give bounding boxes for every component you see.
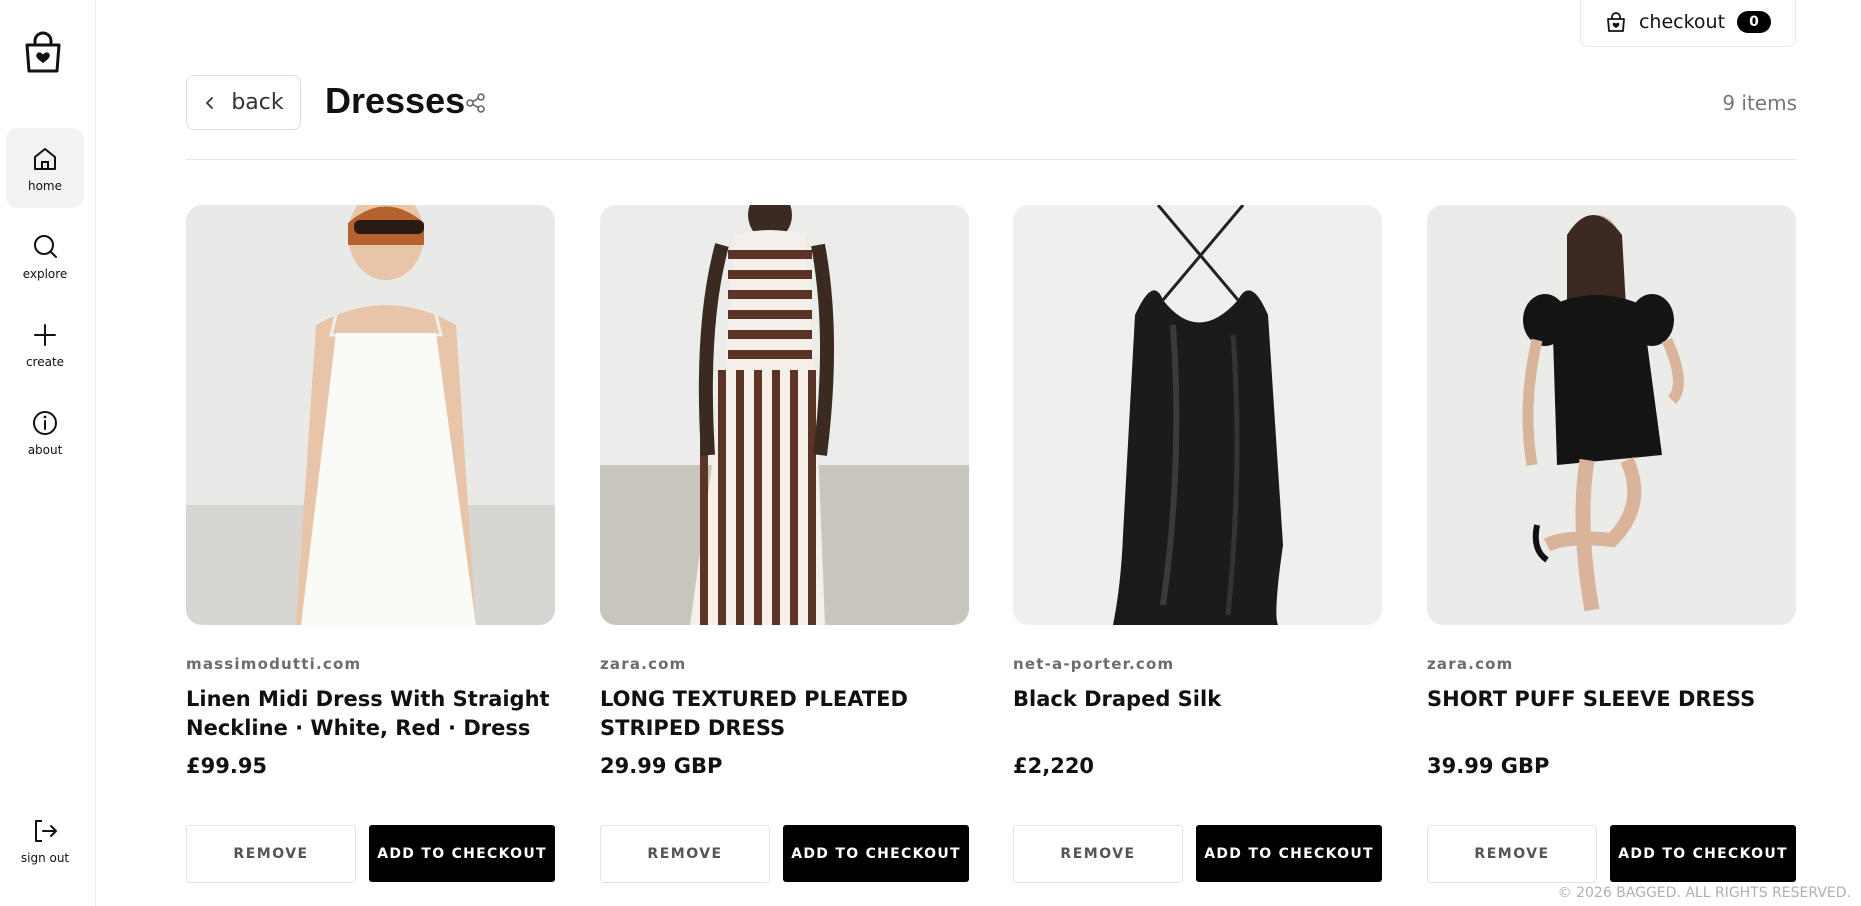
product-source: zara.com — [600, 655, 687, 673]
search-icon — [34, 234, 57, 258]
product-source: net-a-porter.com — [1013, 655, 1175, 673]
header-divider — [186, 159, 1797, 160]
sign-out-label: sign out — [20, 850, 70, 865]
sidebar-item-label: create — [25, 354, 65, 369]
checkout-button[interactable]: checkout 0 — [1580, 0, 1796, 47]
product-title[interactable]: Black Draped Silk — [1013, 685, 1382, 743]
add-to-checkout-button[interactable]: ADD TO CHECKOUT — [369, 825, 555, 882]
item-count: 9 items — [1722, 91, 1797, 115]
product-source: massimodutti.com — [186, 655, 362, 673]
remove-button[interactable]: REMOVE — [600, 825, 771, 883]
sidebar-item-label: home — [27, 178, 63, 193]
product-image[interactable] — [600, 205, 969, 625]
product-title[interactable]: Linen Midi Dress With Straight Neckline … — [186, 685, 555, 743]
back-label: back — [231, 90, 284, 115]
product-price: 29.99 GBP — [600, 754, 723, 778]
bag-logo-icon[interactable] — [22, 30, 64, 74]
product-card: massimodutti.com Linen Midi Dress With S… — [186, 205, 555, 883]
add-to-checkout-button[interactable]: ADD TO CHECKOUT — [1196, 825, 1382, 882]
add-to-checkout-button[interactable]: ADD TO CHECKOUT — [1610, 825, 1796, 882]
product-actions: REMOVE ADD TO CHECKOUT — [1013, 825, 1382, 883]
remove-button[interactable]: REMOVE — [1427, 825, 1598, 883]
share-icon[interactable] — [465, 92, 487, 114]
sidebar: home explore create about sign out — [0, 0, 96, 906]
page-title: Dresses — [325, 80, 466, 121]
sign-out-icon — [35, 819, 57, 842]
product-actions: REMOVE ADD TO CHECKOUT — [186, 825, 555, 883]
product-image[interactable] — [186, 205, 555, 625]
checkout-label: checkout — [1638, 10, 1726, 33]
checkout-count-badge: 0 — [1737, 10, 1772, 33]
product-price: £2,220 — [1013, 754, 1095, 778]
home-icon — [34, 147, 56, 170]
sidebar-item-home[interactable]: home — [6, 128, 84, 208]
product-card: net-a-porter.com Black Draped Silk £2,22… — [1013, 205, 1382, 883]
product-price: £99.95 — [186, 754, 268, 778]
sidebar-item-label: explore — [22, 266, 68, 281]
product-image[interactable] — [1013, 205, 1382, 625]
sidebar-item-explore[interactable]: explore — [6, 216, 84, 296]
product-card: zara.com SHORT PUFF SLEEVE DRESS 39.99 G… — [1427, 205, 1796, 883]
sign-out-button[interactable]: sign out — [6, 800, 84, 880]
sidebar-item-about[interactable]: about — [6, 392, 84, 472]
add-to-checkout-button[interactable]: ADD TO CHECKOUT — [783, 825, 969, 882]
sidebar-item-create[interactable]: create — [6, 304, 84, 384]
product-source: zara.com — [1427, 655, 1514, 673]
product-card: zara.com LONG TEXTURED PLEATED STRIPED D… — [600, 205, 969, 883]
footer-copyright: © 2026 BAGGED. ALL RIGHTS RESERVED. — [1557, 885, 1851, 901]
plus-icon — [34, 323, 56, 346]
info-icon — [33, 410, 57, 435]
product-title[interactable]: LONG TEXTURED PLEATED STRIPED DRESS — [600, 685, 969, 743]
product-price: 39.99 GBP — [1427, 754, 1550, 778]
product-title[interactable]: SHORT PUFF SLEEVE DRESS — [1427, 685, 1796, 743]
product-actions: REMOVE ADD TO CHECKOUT — [1427, 825, 1796, 883]
back-button[interactable]: back — [186, 75, 301, 130]
sidebar-item-label: about — [27, 442, 63, 457]
chevron-left-icon — [206, 96, 214, 109]
remove-button[interactable]: REMOVE — [186, 825, 357, 883]
bag-icon — [1607, 11, 1625, 32]
product-actions: REMOVE ADD TO CHECKOUT — [600, 825, 969, 883]
remove-button[interactable]: REMOVE — [1013, 825, 1184, 883]
product-image[interactable] — [1427, 205, 1796, 625]
